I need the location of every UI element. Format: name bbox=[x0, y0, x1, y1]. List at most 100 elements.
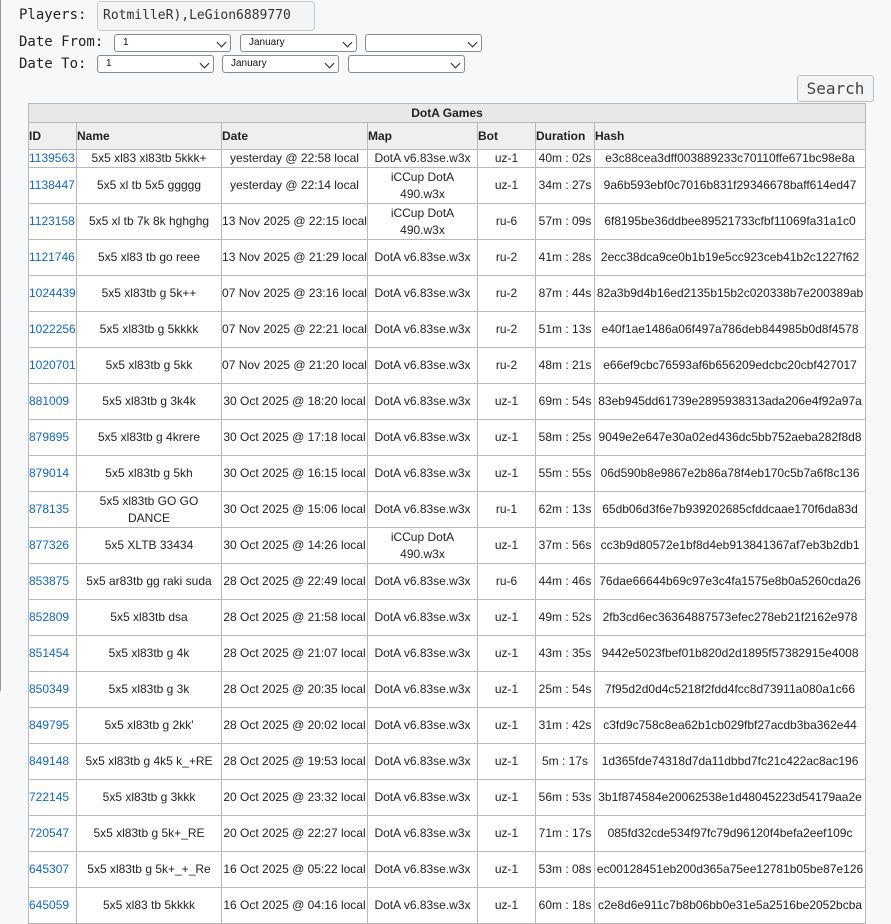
game-id-link[interactable]: 853875 bbox=[28, 563, 77, 600]
game-id-link[interactable]: 720547 bbox=[28, 815, 77, 852]
date-to-day-select[interactable]: 1 bbox=[97, 55, 214, 73]
column-header-id: ID bbox=[28, 122, 77, 150]
cell-map: DotA v6.83se.w3x bbox=[367, 743, 478, 780]
cell-date: 20 Oct 2025 @ 22:27 local bbox=[221, 815, 368, 852]
game-id-link[interactable]: 1024439 bbox=[28, 275, 77, 312]
table-row: 645059 5x5 xl83 tb 5kkkk 16 Oct 2025 @ 04:… bbox=[28, 887, 867, 924]
date-from-month-select[interactable]: January bbox=[240, 34, 357, 52]
table-row: 851454 5x5 xl83tb g 4k 28 Oct 2025 @ 21:07… bbox=[28, 635, 867, 672]
game-id-link[interactable]: 1121746 bbox=[28, 239, 77, 276]
cell-date: 28 Oct 2025 @ 21:58 local bbox=[221, 599, 368, 636]
cell-map: DotA v6.83se.w3x bbox=[367, 239, 478, 276]
cell-map: DotA v6.83se.w3x bbox=[367, 347, 478, 384]
cell-date: 13 Nov 2025 @ 22:15 local bbox=[221, 203, 368, 240]
cell-name: 5x5 xl83tb g 5k++ bbox=[76, 275, 222, 312]
column-header-bot: Bot bbox=[477, 122, 536, 150]
game-id-link[interactable]: 849148 bbox=[28, 743, 77, 780]
game-id-link[interactable]: 878135 bbox=[28, 491, 77, 528]
table-row: 850349 5x5 xl83tb g 3k 28 Oct 2025 @ 20:35… bbox=[28, 671, 867, 708]
cell-hash: 2fb3cd6ec36364887573efec278eb21f2162e978 bbox=[593, 599, 867, 636]
cell-map: DotA v6.83se.w3x bbox=[367, 491, 478, 528]
cell-duration: 25m : 54s bbox=[535, 671, 595, 708]
cell-name: 5x5 xl83tb g 5kh bbox=[76, 455, 222, 492]
cell-date: 28 Oct 2025 @ 20:02 local bbox=[221, 707, 368, 744]
search-button[interactable]: Search bbox=[797, 75, 874, 102]
cell-name: 5x5 xl83tb g 4krere bbox=[76, 419, 222, 456]
cell-duration: 69m : 54s bbox=[535, 383, 595, 420]
cell-name: 5x5 xl tb 5x5 ggggg bbox=[76, 167, 222, 204]
cell-date: 07 Nov 2025 @ 21:20 local bbox=[221, 347, 368, 384]
cell-name: 5x5 xl83tb g 2kk' bbox=[76, 707, 222, 744]
cell-name: 5x5 xl83tb g 3k bbox=[76, 671, 222, 708]
cell-bot: uz-1 bbox=[477, 419, 536, 456]
game-id-link[interactable]: 849795 bbox=[28, 707, 77, 744]
date-to-month-select[interactable]: January bbox=[222, 55, 339, 73]
cell-duration: 87m : 44s bbox=[535, 275, 595, 312]
cell-date: 30 Oct 2025 @ 17:18 local bbox=[221, 419, 368, 456]
game-id-link[interactable]: 1022256 bbox=[28, 311, 77, 348]
date-from-year-select[interactable] bbox=[365, 34, 482, 52]
cell-bot: uz-1 bbox=[477, 743, 536, 780]
cell-hash: 9442e5023fbef01b820d2d1895f57382915e4008 bbox=[593, 635, 867, 672]
game-id-link[interactable]: 852809 bbox=[28, 599, 77, 636]
cell-duration: 57m : 09s bbox=[535, 203, 595, 240]
game-id-link[interactable]: 850349 bbox=[28, 671, 77, 708]
cell-name: 5x5 xl83tb g 5k+_RE bbox=[76, 815, 222, 852]
game-id-link[interactable]: 645307 bbox=[28, 851, 77, 888]
cell-name: 5x5 xl83tb g 5k+_+_Re bbox=[76, 851, 222, 888]
cell-name: 5x5 xl tb 7k 8k hghghg bbox=[76, 203, 222, 240]
date-from-month-value: January bbox=[249, 37, 285, 48]
table-row: 879014 5x5 xl83tb g 5kh 30 Oct 2025 @ 16:1… bbox=[28, 455, 867, 492]
column-header-map: Map bbox=[367, 122, 478, 150]
cell-hash: 82a3b9d4b16ed2135b15b2c020338b7e200389ab bbox=[593, 275, 867, 312]
cell-hash: 83eb945dd61739e2895938313ada206e4f92a97a bbox=[593, 383, 867, 420]
game-id-link[interactable]: 1123158 bbox=[28, 203, 77, 240]
table-row: 1138447 5x5 xl tb 5x5 ggggg yesterday @ 22… bbox=[28, 167, 867, 204]
cell-duration: 37m : 56s bbox=[535, 527, 595, 564]
cell-name: 5x5 xl83tb g 3kkk bbox=[76, 779, 222, 816]
column-header-name: Name bbox=[76, 122, 222, 150]
game-id-link[interactable]: 722145 bbox=[28, 779, 77, 816]
date-from-day-value: 1 bbox=[123, 37, 129, 48]
cell-bot: uz-1 bbox=[477, 887, 536, 924]
date-from-day-select[interactable]: 1 bbox=[114, 34, 231, 52]
game-id-link[interactable]: 1139563 bbox=[28, 149, 77, 168]
cell-map: DotA v6.83se.w3x bbox=[367, 671, 478, 708]
date-to-year-select[interactable] bbox=[348, 55, 465, 73]
cell-date: 30 Oct 2025 @ 18:20 local bbox=[221, 383, 368, 420]
game-id-link[interactable]: 851454 bbox=[28, 635, 77, 672]
players-input[interactable]: RotmilleR),LeGion6889770 bbox=[97, 1, 315, 31]
cell-date: yesterday @ 22:14 local bbox=[221, 167, 368, 204]
cell-duration: 40m : 02s bbox=[535, 149, 595, 168]
cell-hash: 085fd32cde534f97fc79d96120f4befa2eef109c bbox=[593, 815, 867, 852]
column-header-hash: Hash bbox=[593, 122, 867, 150]
game-id-link[interactable]: 877326 bbox=[28, 527, 77, 564]
cell-bot: uz-1 bbox=[477, 815, 536, 852]
cell-hash: ec00128451eb200d365a75ee12781b05be87e126 bbox=[593, 851, 867, 888]
game-id-link[interactable]: 1020701 bbox=[28, 347, 77, 384]
cell-hash: 6f8195be36ddbee89521733cfbf11069fa31a1c0 bbox=[593, 203, 867, 240]
game-id-link[interactable]: 881009 bbox=[28, 383, 77, 420]
game-id-link[interactable]: 1138447 bbox=[28, 167, 77, 204]
cell-name: 5x5 xl83tb g 4k bbox=[76, 635, 222, 672]
cell-duration: 60m : 18s bbox=[535, 887, 595, 924]
cell-duration: 71m : 17s bbox=[535, 815, 595, 852]
table-row: 1022256 5x5 xl83tb g 5kkkk 07 Nov 2025 @ 2… bbox=[28, 311, 867, 348]
table-row: 720547 5x5 xl83tb g 5k+_RE 20 Oct 2025 @ 2… bbox=[28, 815, 867, 852]
table-row: 849148 5x5 xl83tb g 4k5 k_+RE 28 Oct 2025 … bbox=[28, 743, 867, 780]
game-id-link[interactable]: 879895 bbox=[28, 419, 77, 456]
cell-date: 28 Oct 2025 @ 21:07 local bbox=[221, 635, 368, 672]
table-row: 877326 5x5 XLTB 33434 30 Oct 2025 @ 14:26 … bbox=[28, 527, 867, 564]
cell-name: 5x5 ar83tb gg raki suda bbox=[76, 563, 222, 600]
cell-duration: 51m : 13s bbox=[535, 311, 595, 348]
cell-map: iCCup DotA 490.w3x bbox=[367, 203, 478, 240]
cell-name: 5x5 xl83tb GO GO DANCE bbox=[76, 491, 222, 528]
cell-duration: 58m : 25s bbox=[535, 419, 595, 456]
cell-bot: uz-1 bbox=[477, 779, 536, 816]
game-id-link[interactable]: 645059 bbox=[28, 887, 77, 924]
date-to-label: Date To: bbox=[19, 56, 87, 72]
cell-bot: ru-2 bbox=[477, 311, 536, 348]
cell-bot: uz-1 bbox=[477, 527, 536, 564]
game-id-link[interactable]: 879014 bbox=[28, 455, 77, 492]
cell-map: DotA v6.83se.w3x bbox=[367, 419, 478, 456]
